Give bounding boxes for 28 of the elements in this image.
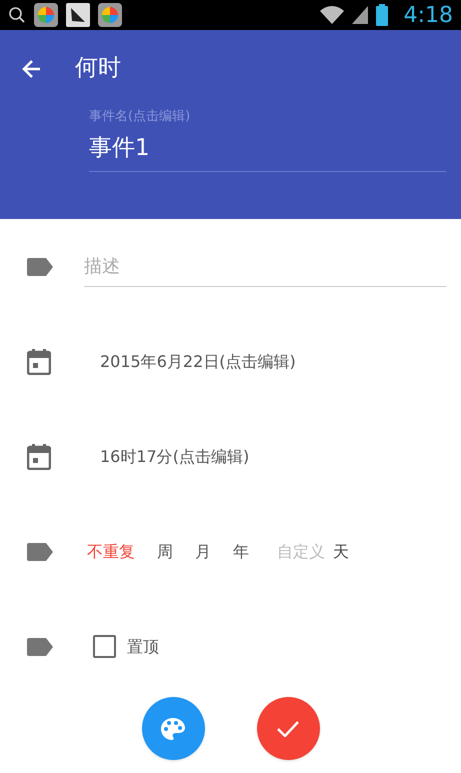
app-icon [66,3,90,27]
custom-days-field[interactable]: 自定义 [277,540,333,564]
date-value[interactable]: 2015年6月22日(点击编辑) [100,350,296,374]
calendar-icon [27,444,51,470]
pin-checkbox[interactable] [93,635,116,658]
app-icon [98,3,122,27]
tag-icon [27,542,53,560]
check-icon [277,720,299,736]
calendar-icon [27,348,51,374]
tag-icon [27,258,53,276]
battery-icon [376,4,388,26]
tag-icon [27,638,53,656]
app-icon [34,3,58,27]
repeat-option[interactable]: 年 [233,540,249,564]
time-value[interactable]: 16时17分(点击编辑) [100,444,250,468]
description-field[interactable]: 描述 [84,246,446,286]
repeat-option[interactable]: 周 [157,540,173,564]
repeat-option[interactable]: 月 [195,540,211,564]
repeat-option[interactable]: 不重复 [87,540,135,564]
clock: 4:18 [404,2,453,30]
event-name-field[interactable]: 事件名(点击编辑) 事件1 [89,107,446,172]
palette-icon [161,718,185,740]
pin-label: 置顶 [127,636,159,658]
wifi-icon [320,6,344,24]
search-icon [8,6,26,24]
screen-title: 何时 [75,54,121,84]
unit-label: 天 [333,540,349,562]
signal-icon [352,6,368,24]
